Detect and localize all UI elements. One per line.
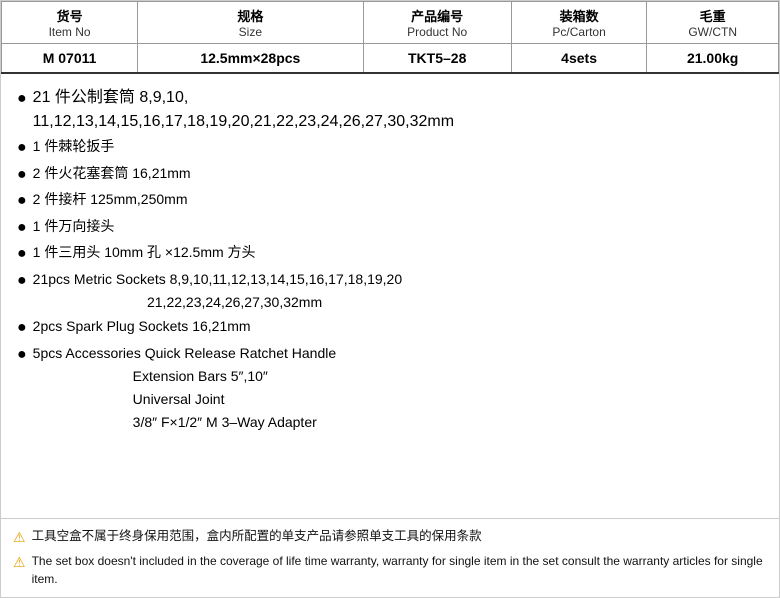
- col-weight-zh: 毛重: [655, 6, 770, 25]
- warning-row-en: ⚠ The set box doesn't included in the co…: [13, 552, 767, 588]
- col-item-no-zh: 货号: [10, 6, 129, 25]
- item-text-3: 2 件火花塞套筒 16,21mm: [33, 162, 191, 185]
- item-text-2: 1 件棘轮扳手: [33, 135, 115, 158]
- cell-weight: 21.00kg: [647, 44, 779, 74]
- bullet-icon: ●: [17, 135, 27, 161]
- item-acc-line1: 5pcs Accessories Quick Release Ratchet H…: [33, 342, 336, 365]
- col-item-no-en: Item No: [10, 25, 129, 39]
- warning-icon-en: ⚠: [13, 552, 26, 574]
- item-text-4: 2 件接杆 125mm,250mm: [33, 188, 188, 211]
- warning-text-en: The set box doesn't included in the cove…: [32, 552, 767, 588]
- item-line-2: 21,22,23,24,26,27,30,32mm: [33, 291, 402, 314]
- list-item: ● 21 件公制套筒 8,9,10,11,12,13,14,15,16,17,1…: [17, 86, 763, 134]
- col-carton-zh: 装箱数: [520, 6, 638, 25]
- content-area: ● 21 件公制套筒 8,9,10,11,12,13,14,15,16,17,1…: [1, 74, 779, 518]
- bullet-icon: ●: [17, 241, 27, 267]
- list-item: ● 2 件火花塞套筒 16,21mm: [17, 162, 763, 188]
- list-item: ● 2pcs Spark Plug Sockets 16,21mm: [17, 315, 763, 341]
- col-size-zh: 规格: [146, 6, 354, 25]
- item-list: ● 21 件公制套筒 8,9,10,11,12,13,14,15,16,17,1…: [17, 86, 763, 510]
- warning-text-zh: 工具空盒不属于终身保用范围，盒内所配置的单支产品请参照单支工具的保用条款: [32, 527, 482, 546]
- list-item: ● 1 件万向接头: [17, 215, 763, 241]
- warning-row-zh: ⚠ 工具空盒不属于终身保用范围，盒内所配置的单支产品请参照单支工具的保用条款: [13, 527, 767, 549]
- col-product-no-zh: 产品编号: [372, 6, 503, 25]
- item-acc-line2: Extension Bars 5″,10″: [33, 365, 336, 388]
- list-item: ● 21pcs Metric Sockets 8,9,10,11,12,13,1…: [17, 268, 763, 314]
- list-item: ● 2 件接杆 125mm,250mm: [17, 188, 763, 214]
- warning-footer: ⚠ 工具空盒不属于终身保用范围，盒内所配置的单支产品请参照单支工具的保用条款 ⚠…: [1, 518, 779, 597]
- item-text-8: 2pcs Spark Plug Sockets 16,21mm: [33, 315, 251, 338]
- warning-icon-zh: ⚠: [13, 527, 26, 549]
- cell-item-no: M 07011: [2, 44, 138, 74]
- cell-product-no: TKT5–28: [363, 44, 511, 74]
- main-container: 货号 Item No 规格 Size 产品编号 Product No 装箱数 P…: [0, 0, 780, 598]
- item-text-6: 1 件三用头 10mm 孔 ×12.5mm 方头: [33, 241, 256, 264]
- list-item: ● 5pcs Accessories Quick Release Ratchet…: [17, 342, 763, 434]
- list-item: ● 1 件三用头 10mm 孔 ×12.5mm 方头: [17, 241, 763, 267]
- item-acc-line3: Universal Joint: [33, 388, 336, 411]
- bullet-icon: ●: [17, 342, 27, 368]
- col-product-no: 产品编号 Product No: [363, 2, 511, 44]
- list-item: ● 1 件棘轮扳手: [17, 135, 763, 161]
- bullet-icon: ●: [17, 268, 27, 294]
- item-text-1: 21 件公制套筒 8,9,10,11,12,13,14,15,16,17,18,…: [33, 86, 454, 134]
- data-row: M 07011 12.5mm×28pcs TKT5–28 4sets 21.00…: [2, 44, 779, 74]
- bullet-icon: ●: [17, 215, 27, 241]
- col-product-no-en: Product No: [372, 25, 503, 39]
- bullet-icon: ●: [17, 162, 27, 188]
- item-text-5: 1 件万向接头: [33, 215, 115, 238]
- header-table: 货号 Item No 规格 Size 产品编号 Product No 装箱数 P…: [1, 1, 779, 74]
- col-item-no: 货号 Item No: [2, 2, 138, 44]
- item-text-7: 21pcs Metric Sockets 8,9,10,11,12,13,14,…: [33, 268, 402, 314]
- col-size-en: Size: [146, 25, 354, 39]
- col-weight-en: GW/CTN: [655, 25, 770, 39]
- bullet-icon: ●: [17, 188, 27, 214]
- cell-carton: 4sets: [511, 44, 646, 74]
- col-size: 规格 Size: [138, 2, 363, 44]
- col-weight: 毛重 GW/CTN: [647, 2, 779, 44]
- item-line-1: 21pcs Metric Sockets 8,9,10,11,12,13,14,…: [33, 268, 402, 291]
- bullet-icon: ●: [17, 86, 27, 112]
- item-acc-line4: 3/8″ F×1/2″ M 3–Way Adapter: [33, 411, 336, 434]
- cell-size: 12.5mm×28pcs: [138, 44, 363, 74]
- item-text-9: 5pcs Accessories Quick Release Ratchet H…: [33, 342, 336, 434]
- col-carton: 装箱数 Pc/Carton: [511, 2, 646, 44]
- bullet-icon: ●: [17, 315, 27, 341]
- col-carton-en: Pc/Carton: [520, 25, 638, 39]
